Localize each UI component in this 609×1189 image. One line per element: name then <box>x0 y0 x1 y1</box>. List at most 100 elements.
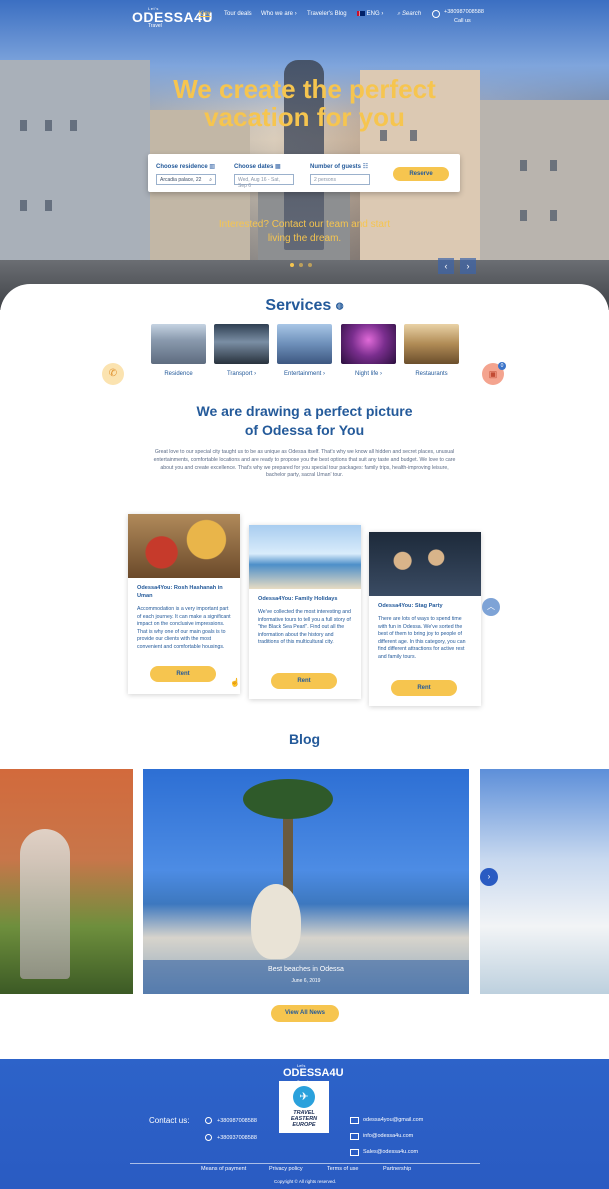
chevron-right-icon: › <box>380 371 382 377</box>
language-selector[interactable]: ENG › <box>357 11 383 17</box>
hero-cta-line2: living the dream. <box>267 233 342 244</box>
scroll-up-button[interactable]: ︿ <box>482 598 500 616</box>
footer-phone-1[interactable]: +380987008588 <box>217 1118 257 1124</box>
blog-image-fountain[interactable] <box>0 769 133 994</box>
blog-image-resort[interactable] <box>480 769 609 994</box>
residence-label-text: Choose residence <box>156 164 208 170</box>
services-title: Services ◍ <box>0 297 609 315</box>
nav-who-we-are[interactable]: Who we are › <box>261 11 297 17</box>
hero-title: We create the perfect vacation for you <box>0 75 609 131</box>
hero-slider-dots <box>290 263 312 267</box>
restaurants-image <box>404 324 459 364</box>
blog-title: Blog <box>288 731 321 747</box>
blog-caption: Best beaches in Odessa June 6, 2019 <box>143 960 469 994</box>
footer-divider <box>130 1163 480 1164</box>
slider-dot[interactable] <box>290 263 294 267</box>
residence-image <box>151 324 206 364</box>
footer-link-terms[interactable]: Terms of use <box>327 1166 358 1172</box>
booking-form: Choose residence ▥ Arcadia palace, 22 ⌕ C… <box>148 154 460 192</box>
slider-dot[interactable] <box>299 263 303 267</box>
service-entertainment[interactable]: Entertainment › <box>277 324 332 377</box>
window <box>45 200 52 211</box>
guests-icon: ☷ <box>362 164 369 170</box>
rent-button[interactable]: Rent <box>150 666 216 682</box>
flag-uk-icon <box>357 11 365 16</box>
hero-prev-button[interactable]: ‹ <box>438 258 454 274</box>
footer-email-1[interactable]: odessa4you@gmail.com <box>363 1117 423 1123</box>
nav-travelers-blog[interactable]: Traveler's Blog <box>307 11 347 17</box>
service-label-text: Entertainment <box>283 371 322 377</box>
nav-city-kiev[interactable]: Kiev <box>199 11 211 17</box>
call-us-label: Call us <box>454 18 471 24</box>
card-image <box>128 514 240 578</box>
mail-icon <box>350 1117 359 1124</box>
travel-eastern-europe-badge[interactable]: ✈ TRAVEL EASTERN EUROPE <box>279 1081 329 1133</box>
slider-dot[interactable] <box>308 263 312 267</box>
residence-value: Arcadia palace, 22 <box>160 177 202 183</box>
footer-link-partnership[interactable]: Partnership <box>383 1166 411 1172</box>
tour-card-rosh-hashanah[interactable]: Odessa4You: Rosh Hashanah in Uman Accomm… <box>128 514 240 694</box>
footer-email-2[interactable]: info@odessa4u.com <box>363 1133 413 1139</box>
chevron-up-icon: ︿ <box>487 602 495 611</box>
page: Let's ODESSA4U Travel Kiev Tour deals Wh… <box>0 0 609 1189</box>
cart-button[interactable]: ▣ 0 <box>482 362 506 385</box>
service-label-text: Night life <box>354 371 379 377</box>
balloon-icon: ◍ <box>335 300 344 311</box>
card-title: Odessa4You: Rosh Hashanah in Uman <box>137 585 223 599</box>
about-title: We are drawing a perfect picture of Odes… <box>0 402 609 440</box>
footer-link-payment[interactable]: Means of payment <box>201 1166 246 1172</box>
window <box>410 130 417 141</box>
residence-label: Choose residence ▥ <box>156 163 215 170</box>
cart-badge: 0 <box>498 362 506 370</box>
service-transport[interactable]: Transport › <box>214 324 269 377</box>
chevron-right-icon: › <box>381 11 384 18</box>
reserve-button[interactable]: Reserve <box>393 167 449 181</box>
service-label: Restaurants <box>415 371 448 377</box>
service-restaurants[interactable]: Restaurants <box>404 324 459 377</box>
plane-icon: ✈ <box>293 1086 315 1108</box>
guests-input[interactable]: 2 persons <box>310 174 370 185</box>
footer-link-privacy[interactable]: Privacy policy <box>269 1166 303 1172</box>
search-link[interactable]: ⌕ Search <box>397 11 421 18</box>
fountain-shape <box>20 829 70 979</box>
rent-button[interactable]: Rent <box>271 673 337 689</box>
contact-us-label: Contact us: <box>149 1116 190 1125</box>
dates-input[interactable]: Wed, Aug 16 - Sat, Sep 6 <box>234 174 294 189</box>
phone-icon <box>205 1134 212 1141</box>
footer-phone-2[interactable]: +380937008588 <box>217 1135 257 1141</box>
building-icon: ▥ <box>209 164 216 170</box>
tour-card-stag-party[interactable]: Odessa4You: Stag Party There are lots of… <box>369 532 481 706</box>
logo[interactable]: Let's ODESSA4U Travel <box>132 6 213 29</box>
phone-icon <box>205 1117 212 1124</box>
footer-logo-name: ODESSA4U <box>283 1067 344 1079</box>
service-label-text: Transport <box>226 371 253 377</box>
badge-line-3: EUROPE <box>292 1122 316 1128</box>
nav-tour-deals[interactable]: Tour deals <box>224 11 252 17</box>
header-phone[interactable]: +380987008588 Call us <box>444 8 484 26</box>
transport-image <box>214 324 269 364</box>
chevron-right-icon: › <box>254 371 257 377</box>
tour-card-family-holidays[interactable]: Odessa4You: Family Holidays We've collec… <box>249 525 361 699</box>
blog-next-button[interactable]: › <box>480 868 498 886</box>
chevron-right-icon: › <box>466 261 470 271</box>
service-residence[interactable]: Residence <box>151 324 206 377</box>
window <box>520 160 527 171</box>
hero-title-line1: We create the perfect <box>173 74 436 104</box>
hero-next-button[interactable]: › <box>460 258 476 274</box>
call-button[interactable]: ✆ <box>102 363 124 385</box>
blog-post-title[interactable]: Best beaches in Odessa <box>143 966 469 973</box>
about-text: Great love to our special city taught us… <box>153 449 456 479</box>
top-nav: Let's ODESSA4U Travel Kiev Tour deals Wh… <box>0 0 609 30</box>
palm-leaves <box>243 779 333 819</box>
about-title-line2: of Odessa for You <box>244 422 365 438</box>
footer-email-3[interactable]: Sales@odessa4u.com <box>363 1149 418 1155</box>
dates-label: Choose dates ▦ <box>234 163 281 170</box>
about-title-line1: We are drawing a perfect picture <box>196 403 413 419</box>
mail-icon <box>350 1133 359 1140</box>
view-all-news-button[interactable]: View All News <box>271 1005 339 1022</box>
service-night-life[interactable]: Night life › <box>341 324 396 377</box>
rent-button[interactable]: Rent <box>391 680 457 696</box>
service-label: Night life › <box>341 371 396 377</box>
residence-input[interactable]: Arcadia palace, 22 ⌕ <box>156 174 216 185</box>
phone-icon <box>432 10 440 18</box>
